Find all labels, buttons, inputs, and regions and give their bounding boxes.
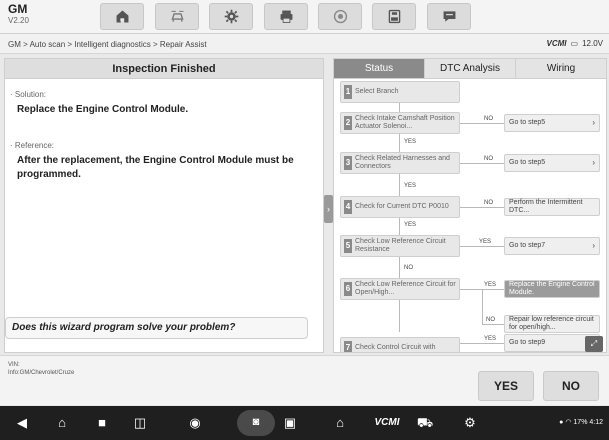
voltage-readout: 12.0V [582,39,603,48]
flow-connector [482,289,483,324]
home-button[interactable]: M [100,3,144,30]
breadcrumb-bar: GM > Auto scan > Intelligent diagnostics… [0,34,609,54]
breadcrumb: GM > Auto scan > Intelligent diagnostics… [8,40,207,49]
branch-label: YES [404,183,417,189]
flow-result[interactable]: Go to step5 › [504,154,600,172]
flow-result[interactable]: Perform the Intermittent DTC... [504,198,600,216]
vehicle-swap-button[interactable] [155,3,199,30]
save-button[interactable] [372,3,416,30]
flow-step[interactable]: 7 Check Control Circuit with [340,337,460,352]
flow-result[interactable]: Go to step5 › [504,114,600,132]
repair-flow-panel: Status DTC Analysis Wiring 1 Select Branc… [333,58,607,353]
flow-connector [460,123,504,124]
chat-button[interactable] [427,3,471,30]
vcm-label: VCMI [546,39,567,48]
branch-label: NO [484,116,493,122]
flow-step[interactable]: 1 Select Branch [340,81,460,103]
no-button[interactable]: NO [543,371,599,401]
branch-label: YES [404,222,417,228]
browser-icon[interactable]: ◉ [185,414,205,432]
flow-result[interactable]: Replace the Engine Control Module. [504,280,600,298]
inspection-title: Inspection Finished [5,59,323,79]
vehicle-info: VIN: Info:GM/Chevrolet/Cruze [8,361,74,377]
tab-status[interactable]: Status [334,59,425,78]
expand-icon[interactable]: ⤢ [585,336,603,352]
branch-label: NO [404,265,413,271]
chevron-right-icon: › [592,158,595,167]
camera-icon: ◙ [252,416,260,428]
android-status: ● ◠ 17% 4:12 [559,418,603,426]
top-toolbar: GM V2.20 M [0,0,609,34]
location-icon: ● [559,419,564,426]
branch-label: YES [484,336,497,342]
printer-icon [280,10,292,23]
save-icon [388,9,400,24]
screen-record-icon[interactable]: ▣ [280,414,300,432]
square-icon[interactable]: ■ [92,414,112,432]
wizard-question: Does this wizard program solve your prob… [5,317,308,339]
branch-label: YES [404,139,417,145]
flow-connector [460,163,504,164]
car-icon[interactable]: ⛟ [415,414,435,432]
android-navbar: ◀ ⌂ ■ ◫ ◉ ◙ ▣ ⌂ VCMI ⛟ ⚙ ● ◠ 17% 4:12 [0,406,609,440]
reference-text: After the replacement, the Engine Contro… [17,155,294,180]
tab-wiring[interactable]: Wiring [516,59,606,78]
flow-connector [460,207,504,208]
settings-button[interactable] [209,3,253,30]
help-button[interactable] [318,3,362,30]
branch-label: NO [484,156,493,162]
vci-icon[interactable]: VCMI [372,414,402,432]
back-icon[interactable]: ◀ [12,414,32,432]
home-icon[interactable]: ⌂ [52,414,72,432]
gear-icon [224,9,238,24]
panel-toggle-button[interactable]: › [324,195,333,223]
branch-label: NO [484,200,493,206]
vin-label: VIN: [8,362,20,368]
chevron-right-icon: › [592,118,595,127]
flow-step[interactable]: 5 Check Low Reference Circuit Resistance [340,235,460,257]
chat-icon [443,11,455,22]
flow-connector [482,324,504,325]
status-text: 17% 4:12 [573,419,603,426]
yes-button[interactable]: YES [478,371,534,401]
flow-connector [460,246,504,247]
tab-dtc-analysis[interactable]: DTC Analysis [425,59,516,78]
bottom-bar: VIN: Info:GM/Chevrolet/Cruze YES NO [0,355,609,405]
wifi-icon: ◠ [565,419,572,426]
branch-label: NO [486,317,495,323]
flow-result[interactable]: Go to step7 › [504,237,600,255]
svg-text:M: M [119,18,123,23]
branch-label: YES [479,239,492,245]
vehicle-info-text: Info:GM/Chevrolet/Cruze [8,370,75,376]
solution-text: Replace the Engine Control Module. [17,104,189,115]
flow-step[interactable]: 6 Check Low Reference Circuit for Open/Hi… [340,278,460,300]
vcm-status: VCMI ▭ 12.0V [547,39,603,48]
tab-bar: Status DTC Analysis Wiring [334,59,606,79]
settings-icon[interactable]: ⚙ [460,414,480,432]
overview-icon[interactable]: ◫ [130,414,150,432]
inspection-panel: Inspection Finished · Solution: Replace … [4,58,324,353]
flow-connector [460,343,504,344]
flow-step[interactable]: 2 Check Intake Camshaft Position Actuator… [340,112,460,134]
reference-label: · Reference: [10,141,55,150]
brand: GM V2.20 [8,3,29,26]
brand-name: GM [8,2,28,16]
camera-button[interactable]: ◙ [237,410,275,436]
solution-label: · Solution: [10,90,47,99]
vehicle-swap-icon [170,10,184,22]
chevron-right-icon: › [592,241,595,250]
help-icon [333,9,347,24]
app-version: V2.20 [8,16,29,25]
print-button[interactable] [264,3,308,30]
branch-label: YES [484,282,497,288]
flow-step[interactable]: 3 Check Related Harnesses and Connectors [340,152,460,174]
flow-step[interactable]: 4 Check for Current DTC P0010 [340,196,460,218]
flow-result[interactable]: Repair low reference circuit for open/hi… [504,315,600,333]
car-home-icon[interactable]: ⌂ [330,414,350,432]
home-icon: M [116,10,128,23]
battery-icon: ▭ [570,39,579,48]
